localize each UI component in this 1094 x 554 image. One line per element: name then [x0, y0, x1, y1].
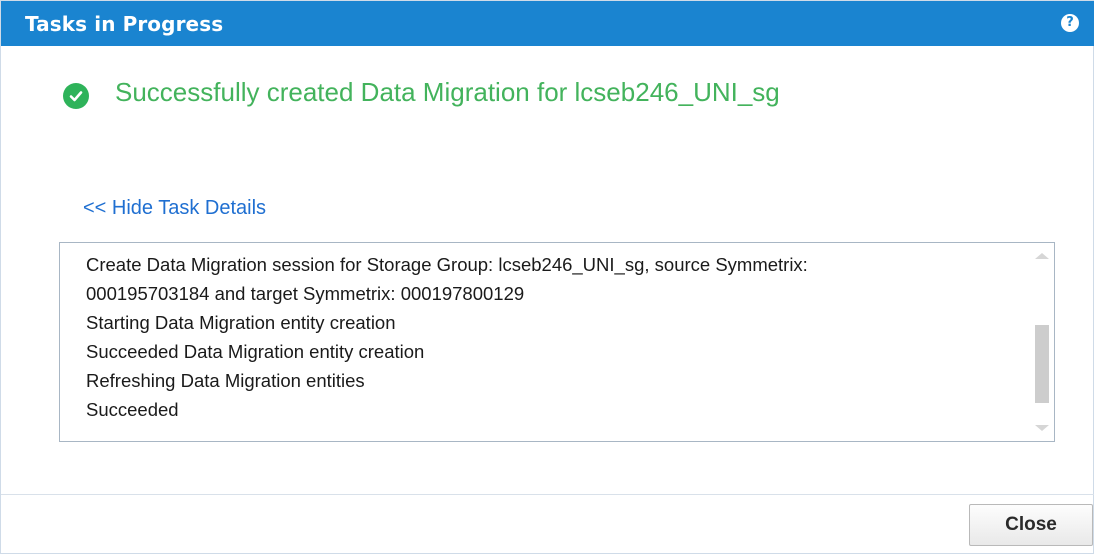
task-details-log[interactable]: Create Data Migration session for Storag…: [59, 242, 1055, 442]
tasks-dialog: Tasks in Progress ? Successfully created…: [0, 0, 1094, 554]
help-icon[interactable]: ?: [1061, 14, 1079, 32]
log-line: 000195703184 and target Symmetrix: 00019…: [86, 283, 525, 304]
dialog-title: Tasks in Progress: [25, 11, 224, 36]
scroll-down-arrow-icon[interactable]: [1035, 425, 1049, 431]
scroll-up-arrow-icon[interactable]: [1035, 253, 1049, 259]
hide-task-details-link[interactable]: << Hide Task Details: [83, 197, 266, 220]
scroll-thumb[interactable]: [1035, 325, 1049, 403]
dialog-titlebar: Tasks in Progress ?: [1, 1, 1094, 46]
log-line: Refreshing Data Migration entities: [86, 370, 365, 391]
log-line: Succeeded: [86, 399, 179, 420]
status-message: Successfully created Data Migration for …: [115, 76, 780, 107]
log-line: Create Data Migration session for Storag…: [86, 254, 808, 275]
check-circle-icon: [63, 83, 89, 109]
log-line: Succeeded Data Migration entity creation: [86, 341, 425, 362]
log-line: Starting Data Migration entity creation: [86, 312, 396, 333]
status-message-row: Successfully created Data Migration for …: [63, 75, 780, 109]
close-button[interactable]: Close: [969, 504, 1093, 546]
log-scrollbar[interactable]: [1030, 243, 1054, 441]
footer-divider: [1, 494, 1094, 495]
log-lines: Create Data Migration session for Storag…: [86, 250, 1026, 424]
